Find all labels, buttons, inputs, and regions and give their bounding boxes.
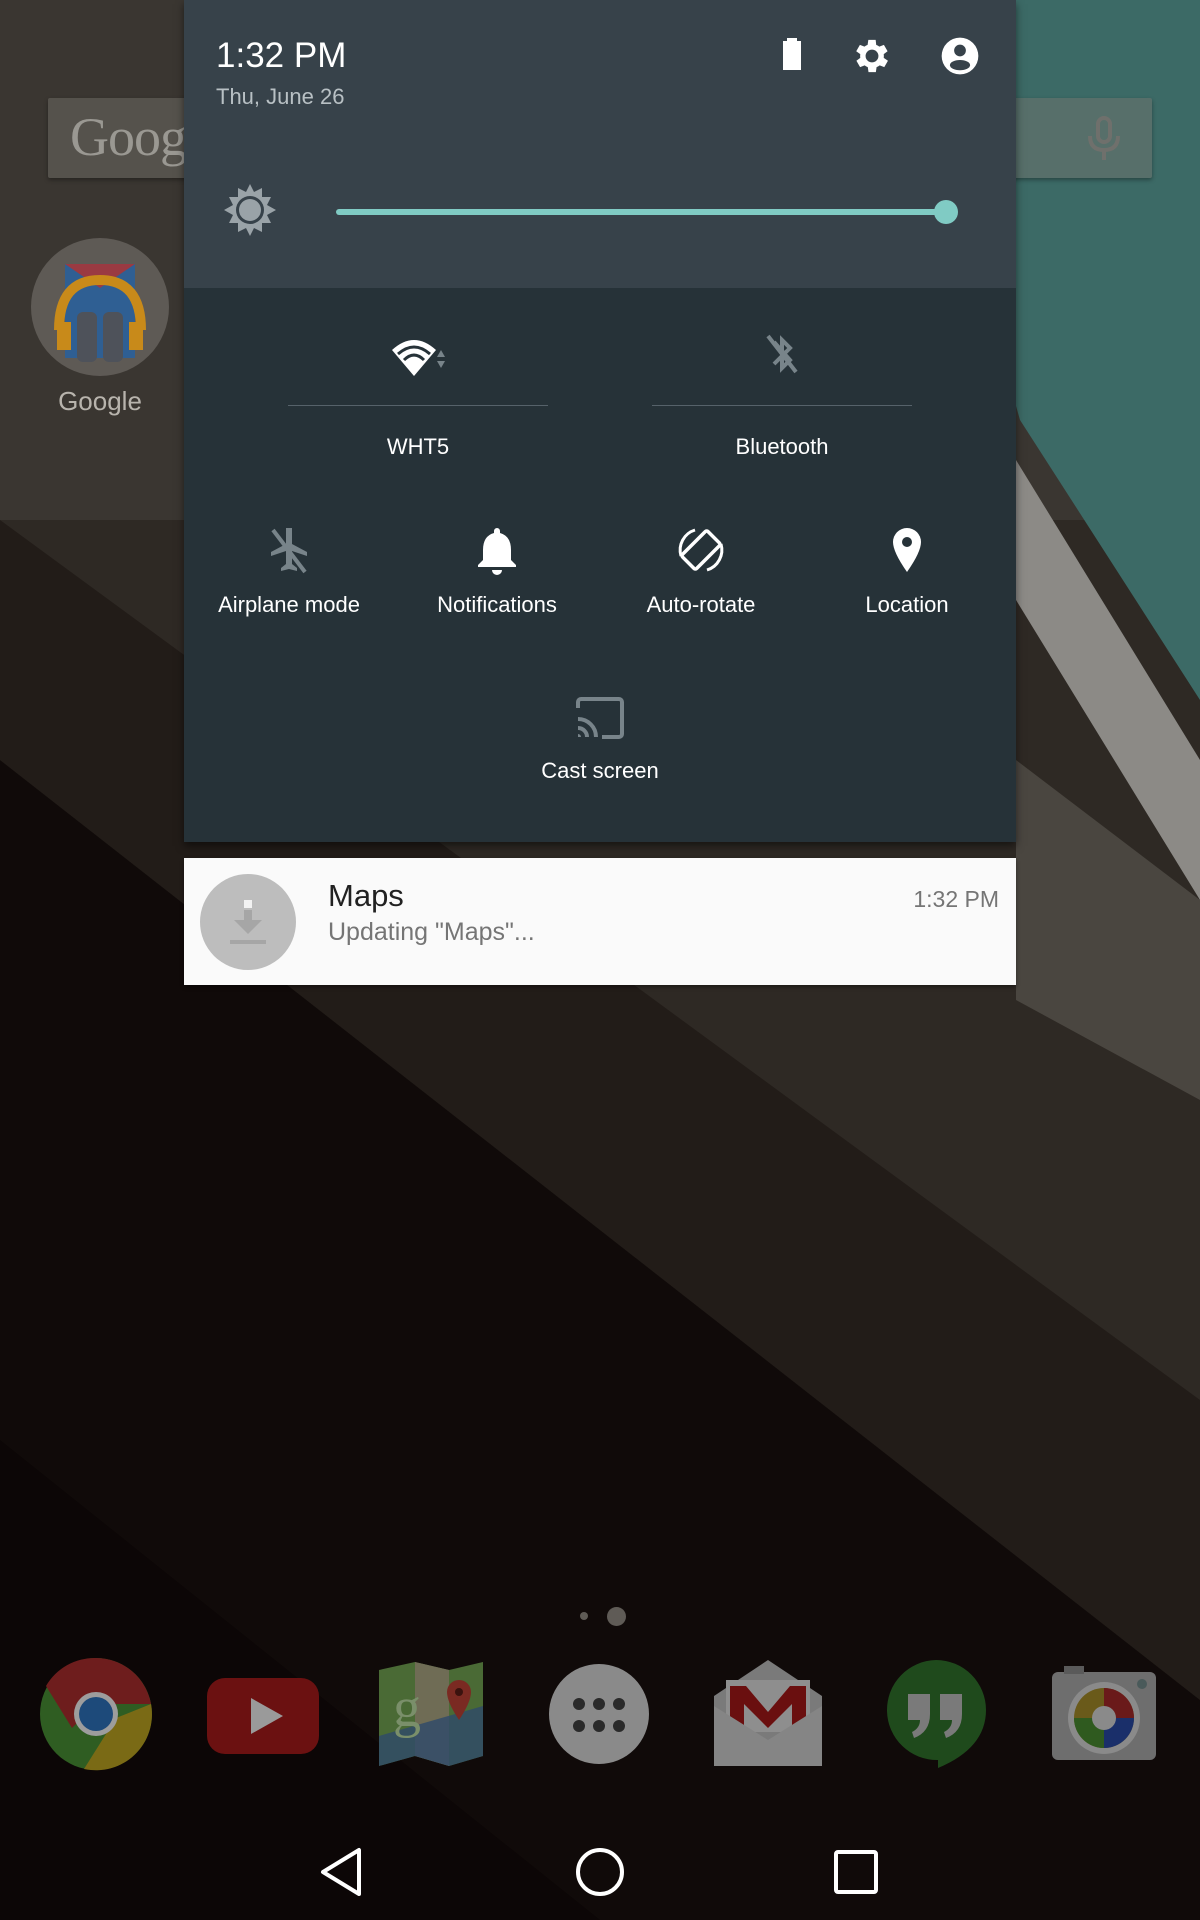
download-icon [230, 900, 266, 944]
quick-settings-header: 1:32 PM Thu, June 26 [184, 0, 1016, 288]
tile-notifications[interactable]: Notifications [392, 522, 602, 618]
tile-auto-rotate-label: Auto-rotate [646, 592, 756, 617]
gmail-icon[interactable] [710, 1656, 826, 1772]
location-icon [893, 528, 921, 572]
rotate-icon [678, 528, 724, 572]
tile-wifi-label-wrap[interactable]: WHT5 [288, 434, 548, 460]
settings-icon[interactable] [850, 34, 894, 78]
app-drawer-icon[interactable] [541, 1656, 657, 1772]
account-icon[interactable] [938, 34, 982, 78]
chrome-icon[interactable] [38, 1656, 154, 1772]
notification-time: 1:32 PM [913, 886, 999, 912]
brightness-icon [224, 184, 276, 236]
tile-location[interactable]: Location [802, 522, 1012, 618]
tile-auto-rotate[interactable]: Auto-rotate [596, 522, 806, 618]
brightness-track [336, 209, 946, 215]
bluetooth-off-icon [766, 334, 798, 374]
app-shortcut-google[interactable]: Google [30, 238, 170, 428]
tile-airplane-mode[interactable]: Airplane mode [184, 522, 394, 618]
clock: 1:32 PM [216, 36, 347, 75]
tile-bluetooth-label: Bluetooth [735, 434, 829, 459]
recents-icon[interactable] [822, 1838, 890, 1906]
tile-wifi-label: WHT5 [386, 434, 450, 459]
back-icon[interactable] [309, 1838, 377, 1906]
google-logo: Goog [70, 107, 187, 167]
tile-cast-label: Cast screen [541, 758, 659, 783]
maps-icon[interactable]: g [373, 1656, 489, 1772]
tile-wifi[interactable] [288, 328, 548, 384]
quick-settings-panel: 1:32 PM Thu, June 26 WHT5 Bluetooth Airp… [184, 0, 1016, 842]
airplane-off-icon [271, 528, 307, 574]
notification-text: Updating "Maps"... [328, 918, 535, 946]
youtube-icon[interactable] [205, 1656, 321, 1772]
notification-icon [200, 874, 296, 970]
wifi-icon [392, 340, 445, 376]
bluetooth-divider [652, 405, 912, 406]
app-shortcut-label: Google [58, 386, 142, 416]
tile-location-label: Location [865, 592, 949, 617]
notification-title: Maps [328, 878, 404, 913]
page-dot-1 [580, 1612, 588, 1620]
page-dot-2 [607, 1607, 626, 1626]
notification-maps[interactable]: Maps Updating "Maps"... 1:32 PM [184, 858, 1016, 985]
date: Thu, June 26 [216, 84, 345, 109]
mic-icon[interactable] [1086, 116, 1122, 162]
home-icon[interactable] [566, 1838, 634, 1906]
wifi-divider [288, 405, 548, 406]
tile-notifications-label: Notifications [437, 592, 557, 617]
tile-bluetooth[interactable] [652, 326, 912, 382]
brightness-thumb[interactable] [934, 200, 958, 224]
hangouts-icon[interactable] [878, 1656, 994, 1772]
svg-text:g: g [393, 1677, 421, 1739]
cast-icon [576, 697, 624, 739]
tile-cast-screen[interactable]: Cast screen [495, 690, 705, 784]
camera-icon[interactable] [1046, 1656, 1162, 1772]
battery-icon[interactable] [770, 34, 814, 78]
brightness-slider[interactable] [336, 196, 958, 228]
tile-bluetooth-label-wrap[interactable]: Bluetooth [652, 434, 912, 460]
bell-icon [478, 528, 516, 575]
play-music-icon [31, 238, 169, 376]
tile-airplane-label: Airplane mode [218, 592, 360, 617]
